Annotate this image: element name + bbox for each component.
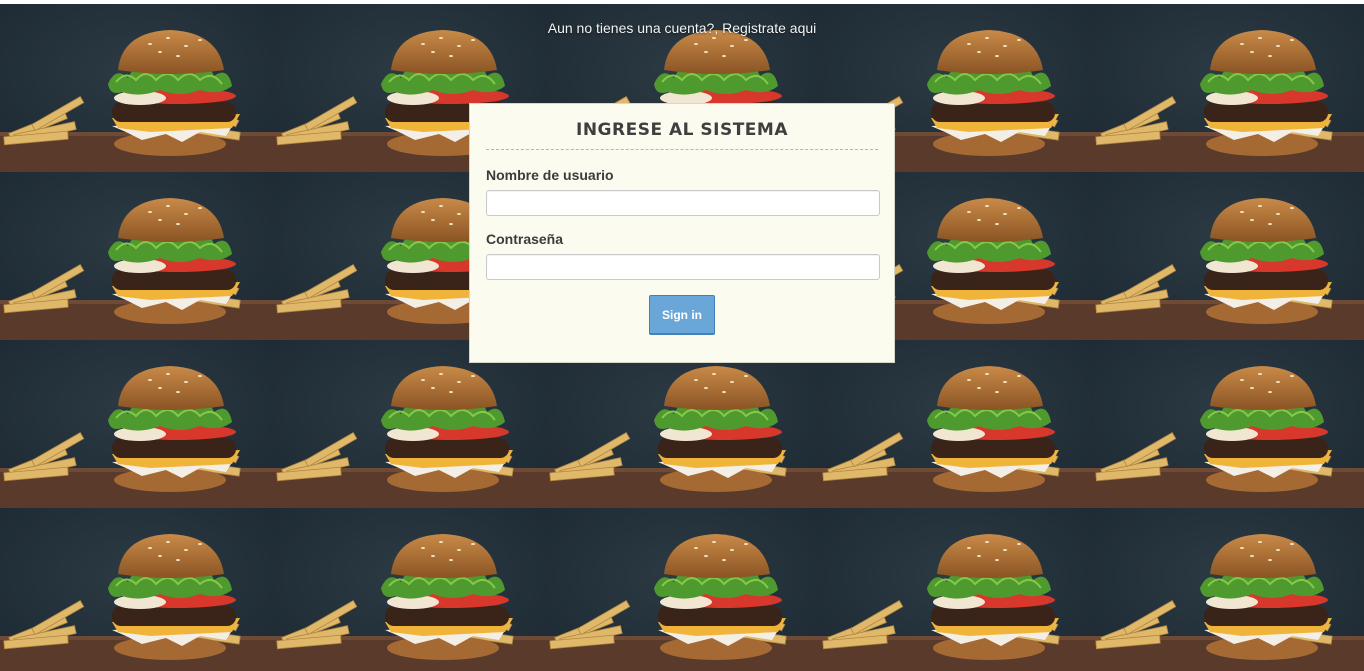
- username-input[interactable]: [486, 190, 880, 216]
- submit-row: Sign in: [486, 295, 878, 335]
- register-link[interactable]: Aun no tienes una cuenta?, Registrate aq…: [548, 20, 817, 36]
- burger-photo-tile: [819, 340, 1092, 508]
- password-label: Contraseña: [486, 231, 564, 247]
- burger-photo-tile: [546, 508, 819, 671]
- username-label: Nombre de usuario: [486, 167, 614, 183]
- burger-photo-tile: [0, 508, 273, 671]
- burger-photo-tile: [273, 508, 546, 671]
- burger-photo-tile: [273, 340, 546, 508]
- burger-photo-tile: [546, 340, 819, 508]
- register-prompt: Aun no tienes una cuenta?, Registrate aq…: [78, 20, 1364, 38]
- login-title: INGRESE AL SISTEMA: [486, 120, 878, 150]
- sign-in-button[interactable]: Sign in: [649, 295, 715, 335]
- burger-photo-tile: [0, 172, 273, 340]
- login-panel: INGRESE AL SISTEMA Nombre de usuario Con…: [469, 103, 895, 363]
- burger-photo-tile: [1092, 508, 1364, 671]
- burger-photo-tile: [0, 340, 273, 508]
- burger-photo-tile: [819, 508, 1092, 671]
- burger-photo-tile: [1092, 172, 1364, 340]
- top-border: [0, 0, 1364, 4]
- burger-photo-tile: [1092, 340, 1364, 508]
- password-input[interactable]: [486, 254, 880, 280]
